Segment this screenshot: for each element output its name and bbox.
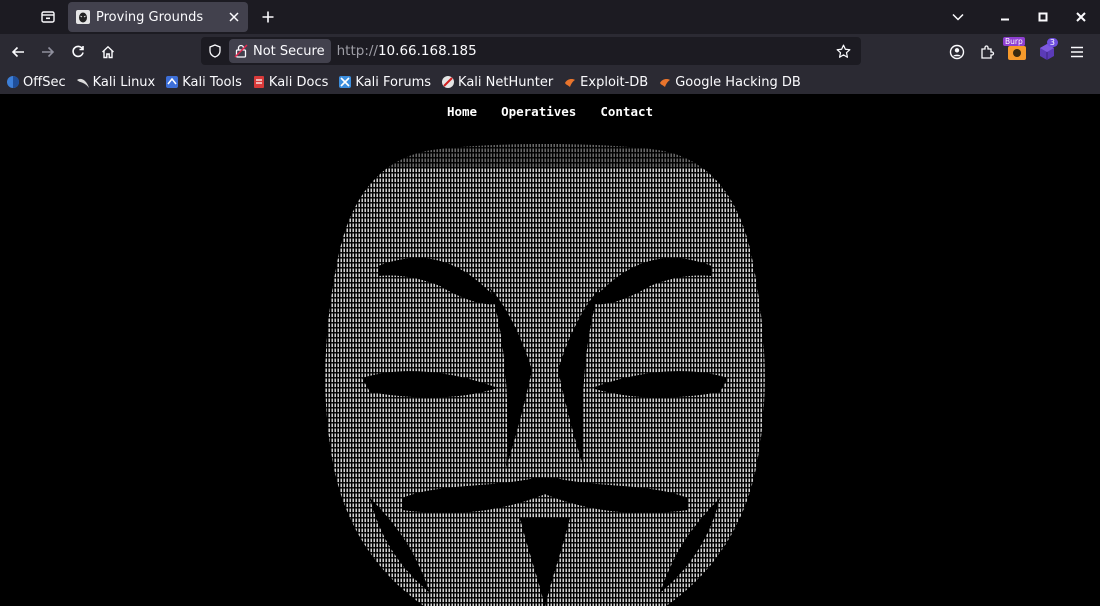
hack-tools-extension-button[interactable]: 3: [1032, 37, 1062, 67]
site-security-indicator[interactable]: Not Secure: [229, 39, 331, 63]
bookmark-google-hacking-db[interactable]: Google Hacking DB: [658, 75, 801, 90]
account-icon: [949, 44, 965, 60]
site-favicon-icon: [76, 10, 90, 24]
list-all-tabs-button[interactable]: [938, 0, 978, 34]
bookmark-star-button[interactable]: [831, 39, 855, 63]
navigation-toolbar: Not Secure http://10.66.168.185 Burp 3: [0, 34, 1100, 70]
bookmark-kali-docs[interactable]: Kali Docs: [252, 74, 329, 90]
bookmark-label: Exploit-DB: [580, 74, 649, 90]
arrow-left-icon: [11, 46, 24, 58]
security-label: Not Secure: [253, 43, 325, 59]
lock-insecure-icon: [234, 44, 248, 58]
site-navigation: Home Operatives Contact: [0, 104, 1100, 119]
new-tab-button[interactable]: [254, 2, 282, 32]
maximize-button[interactable]: [1024, 0, 1062, 34]
arrow-right-icon: [42, 46, 55, 58]
tab-proving-grounds[interactable]: Proving Grounds: [68, 2, 248, 32]
bookmark-label: OffSec: [23, 74, 66, 90]
close-window-button[interactable]: [1062, 0, 1100, 34]
bookmark-kali-linux[interactable]: Kali Linux: [76, 74, 156, 90]
url-host: 10.66.168.185: [377, 43, 477, 59]
tab-strip: Proving Grounds: [0, 0, 1100, 34]
nav-link-operatives[interactable]: Operatives: [501, 104, 576, 119]
kali-icon: [76, 78, 89, 88]
bookmark-label: Kali NetHunter: [458, 74, 554, 90]
reload-button[interactable]: [63, 37, 93, 67]
close-icon: [229, 12, 239, 22]
window-controls: [938, 0, 1100, 34]
puzzle-icon: [981, 45, 995, 59]
back-button[interactable]: [3, 37, 33, 67]
kali-tools-icon: [166, 76, 179, 88]
bookmark-exploit-db[interactable]: Exploit-DB: [563, 75, 648, 90]
bookmark-label: Google Hacking DB: [675, 74, 801, 90]
nethunter-icon: [442, 76, 455, 88]
reload-icon: [72, 45, 84, 58]
plus-icon: [262, 11, 274, 23]
bookmarks-toolbar: OffSec Kali Linux Kali Tools Kali Docs K…: [0, 70, 1100, 95]
ascii-mask-art: [310, 138, 780, 606]
browser-window: Proving Grounds Not Secure http://10.66.…: [0, 0, 1100, 606]
page-content: Home Operatives Contact: [0, 94, 1100, 606]
home-button[interactable]: [93, 37, 123, 67]
kali-forums-icon: [339, 76, 352, 88]
extension-count-badge: 3: [1046, 38, 1058, 47]
shield-icon: [209, 44, 221, 58]
tab-close-button[interactable]: [226, 9, 242, 25]
minimize-button[interactable]: [986, 0, 1024, 34]
bookmark-label: Kali Forums: [355, 74, 432, 90]
exploitdb-icon: [565, 79, 576, 87]
bookmark-kali-tools[interactable]: Kali Tools: [165, 75, 242, 90]
toolbar-right: Burp 3: [942, 37, 1092, 67]
nav-link-home[interactable]: Home: [447, 104, 477, 119]
bookmark-label: Kali Docs: [268, 74, 329, 90]
maximize-icon: [1038, 12, 1048, 22]
ghdb-icon: [660, 79, 671, 87]
star-icon: [836, 44, 850, 58]
app-menu-button[interactable]: [1062, 37, 1092, 67]
bookmark-kali-forums[interactable]: Kali Forums: [338, 75, 431, 90]
kali-docs-icon: [253, 76, 264, 88]
url-scheme: http://: [336, 43, 378, 59]
firefox-view-icon: [41, 11, 55, 23]
nav-link-contact[interactable]: Contact: [600, 104, 653, 119]
tracking-protection-button[interactable]: [203, 39, 227, 63]
bookmark-kali-nethunter[interactable]: Kali NetHunter: [441, 75, 553, 90]
burp-badge: Burp: [1003, 37, 1025, 46]
tab-title: Proving Grounds: [96, 9, 204, 25]
bookmark-label: Kali Tools: [182, 74, 242, 90]
chevron-down-icon: [952, 13, 964, 21]
offsec-icon: [7, 76, 19, 88]
burp-extension-button[interactable]: Burp: [1002, 37, 1032, 67]
firefox-view-button[interactable]: [28, 2, 68, 32]
minimize-icon: [1001, 18, 1009, 21]
extensions-button[interactable]: [972, 37, 1002, 67]
mask-image: [310, 138, 780, 606]
account-button[interactable]: [942, 37, 972, 67]
bookmark-label: Kali Linux: [92, 74, 156, 90]
home-icon: [102, 45, 114, 59]
url-text[interactable]: http://10.66.168.185: [337, 43, 477, 59]
bookmark-offsec[interactable]: OffSec: [6, 75, 66, 90]
close-window-icon: [1076, 12, 1086, 22]
forward-button[interactable]: [33, 37, 63, 67]
hamburger-menu-icon: [1071, 46, 1083, 58]
address-bar[interactable]: Not Secure http://10.66.168.185: [201, 37, 861, 65]
